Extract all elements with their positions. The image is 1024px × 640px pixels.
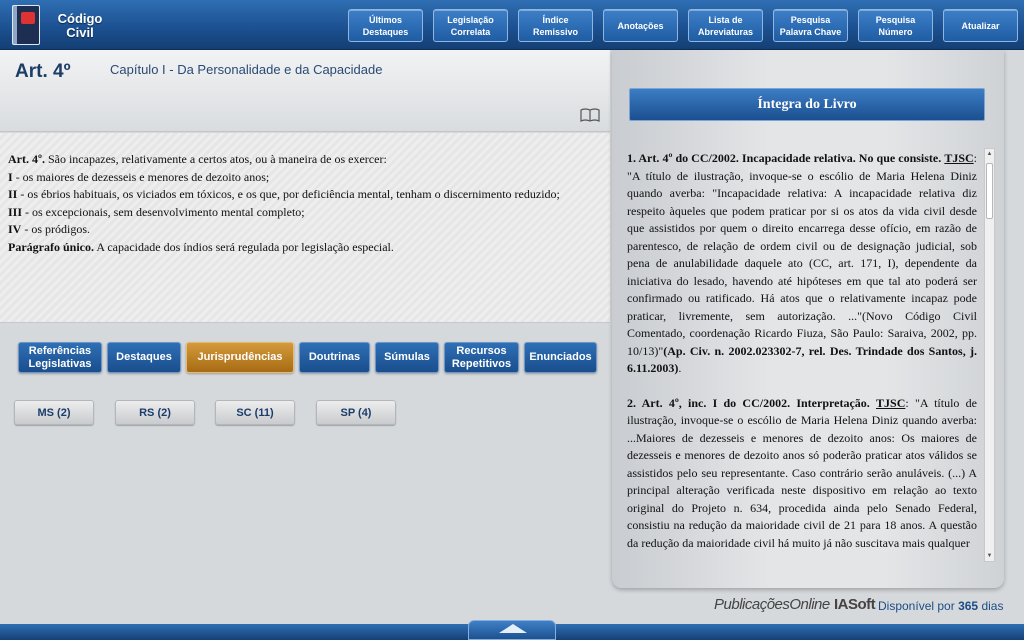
- chapter-title: Capítulo I - Da Personalidade e da Capac…: [110, 62, 383, 77]
- article-line: IV - os pródigos.: [8, 222, 91, 236]
- expand-up-icon[interactable]: [468, 620, 556, 640]
- tab-recursos-repetitivos[interactable]: Recursos Repetitivos: [444, 342, 519, 373]
- top-bar: Código Civil Últimos Destaques Legislaçã…: [0, 0, 1024, 50]
- nav-pesquisa-palavra-chave-button[interactable]: Pesquisa Palavra Chave: [773, 9, 848, 42]
- scroll-thumb[interactable]: [986, 163, 993, 219]
- open-book-icon[interactable]: [580, 108, 600, 122]
- book-panel: Íntegra do Livro 1. Art. 4º do CC/2002. …: [612, 50, 1004, 588]
- panel-scrollbar[interactable]: ▲ ▼: [984, 148, 995, 562]
- filter-ms-button[interactable]: MS (2): [14, 400, 94, 425]
- nav-atualizar-button[interactable]: Atualizar: [943, 9, 1018, 42]
- panel-text[interactable]: 1. Art. 4º do CC/2002. Incapacidade rela…: [627, 150, 977, 560]
- panel-entry: 2. Art. 4º, inc. I do CC/2002. Interpret…: [627, 395, 977, 550]
- scroll-up-icon[interactable]: ▲: [986, 150, 993, 158]
- nav-pesquisa-numero-button[interactable]: Pesquisa Número: [858, 9, 933, 42]
- tab-referencias-legislativas[interactable]: Referências Legislativas: [18, 342, 102, 373]
- article-header: Art. 4º Capítulo I - Da Personalidade e …: [0, 50, 610, 132]
- article-text: Art. 4º. São incapazes, relativamente a …: [0, 133, 610, 323]
- tab-doutrinas[interactable]: Doutrinas: [299, 342, 370, 373]
- iasoft-logo: IASoft: [834, 596, 876, 613]
- filter-sp-button[interactable]: SP (4): [316, 400, 396, 425]
- article-line: Parágrafo único. A capacidade dos índios…: [8, 239, 394, 254]
- panel-title: Íntegra do Livro: [629, 88, 985, 121]
- article-line: II - os ébrios habituais, os viciados em…: [8, 187, 560, 201]
- article-line: III - os excepcionais, sem desenvolvimen…: [8, 204, 305, 219]
- nav-anotacoes-button[interactable]: Anotações: [603, 9, 678, 42]
- scroll-down-icon[interactable]: ▼: [986, 552, 993, 560]
- nav-indice-remissivo-button[interactable]: Índice Remissivo: [518, 9, 593, 42]
- book-logo-icon: [12, 5, 40, 45]
- article-line: I - os maiores de dezesseis e menores de…: [8, 169, 270, 184]
- app-title: Código Civil: [57, 11, 103, 40]
- article-title: Art. 4º: [15, 61, 71, 82]
- tab-sumulas[interactable]: Súmulas: [375, 342, 439, 373]
- tab-jurisprudencias[interactable]: Jurisprudências: [186, 342, 294, 373]
- tab-destaques[interactable]: Destaques: [107, 342, 181, 373]
- tab-enunciados[interactable]: Enunciados: [524, 342, 597, 373]
- footer: PublicaçõesOnline IASoft Disponível por …: [612, 594, 1012, 620]
- panel-entry: 1. Art. 4º do CC/2002. Incapacidade rela…: [627, 151, 977, 375]
- filter-rs-button[interactable]: RS (2): [115, 400, 195, 425]
- nav-legislacao-correlata-button[interactable]: Legislação Correlata: [433, 9, 508, 42]
- publicacoes-online-logo: PublicaçõesOnline: [714, 596, 830, 613]
- article-line: Art. 4º. São incapazes, relativamente a …: [8, 152, 387, 166]
- filter-sc-button[interactable]: SC (11): [215, 400, 295, 425]
- availability-text: Disponível por 365 dias: [878, 599, 1004, 613]
- nav-ultimos-destaques-button[interactable]: Últimos Destaques: [348, 9, 423, 42]
- nav-lista-abreviaturas-button[interactable]: Lista de Abreviaturas: [688, 9, 763, 42]
